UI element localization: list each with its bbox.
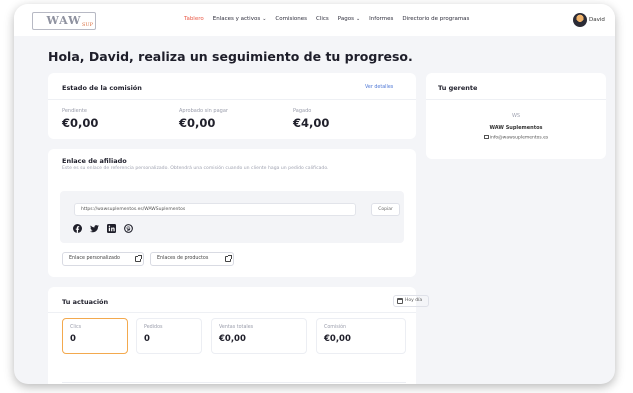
link-share-panel: https://wawsuplementos.es/WAWSuplementos… — [60, 191, 404, 243]
nav-label: Directorio de programas — [402, 16, 470, 22]
calendar-icon — [397, 298, 403, 304]
browser-frame: WAW SUP Tablero Enlaces y activos ⌄ Comis… — [14, 4, 615, 384]
mail-icon — [483, 135, 489, 139]
performance-card: Tu actuación Hoy día Clics 0 Pedidos 0 V… — [48, 287, 429, 384]
page-title: Hola, David, realiza un seguimiento de t… — [48, 49, 413, 64]
affiliate-description: Este es su enlace de referencia personal… — [62, 166, 329, 171]
custom-link-label: Enlace personalizado — [69, 256, 120, 261]
affiliate-url-field[interactable]: https://wawsuplementos.es/WAWSuplementos — [74, 203, 356, 216]
nav-item-informes[interactable]: Informes — [369, 16, 393, 22]
main-nav: Tablero Enlaces y activos ⌄ Comisiones Cl… — [184, 16, 469, 22]
affiliate-link-card: Enlace de afiliado Este es su enlace de … — [48, 149, 416, 277]
nav-item-enlaces-activos[interactable]: Enlaces y activos ⌄ — [213, 16, 267, 22]
metric-card-pedidos[interactable]: Pedidos 0 — [136, 318, 202, 354]
nav-item-directorio[interactable]: Directorio de programas — [402, 16, 469, 22]
manager-title: Tu gerente — [438, 84, 478, 92]
metric-card-ventas[interactable]: Ventas totales €0,00 — [211, 318, 307, 354]
commission-status-card: Estado de la comisión Ver detalles Pendi… — [48, 73, 416, 139]
linkedin-icon[interactable] — [107, 224, 116, 233]
metric-value: €0,00 — [219, 334, 246, 344]
nav-item-tablero[interactable]: Tablero — [184, 16, 204, 22]
stat-label-paid: Pagado — [293, 108, 312, 114]
stat-label-pending: Pendiente — [62, 108, 87, 114]
nav-item-clics[interactable]: Clics — [316, 16, 329, 22]
metric-card-comision[interactable]: Comisión €0,00 — [316, 318, 406, 354]
copy-button[interactable]: Copiar — [371, 203, 400, 216]
date-range-button[interactable]: Hoy día — [393, 295, 429, 307]
performance-title: Tu actuación — [62, 298, 109, 306]
product-links-button[interactable]: Enlaces de productos — [150, 252, 234, 266]
affiliate-title: Enlace de afiliado — [62, 157, 127, 165]
user-menu[interactable]: David — [573, 13, 605, 27]
product-links-label: Enlaces de productos — [157, 256, 209, 261]
nav-label: Informes — [369, 16, 394, 22]
chevron-down-icon: ⌄ — [262, 16, 267, 22]
manager-email: info@wawsuplementos.es — [489, 135, 549, 141]
date-range-label: Hoy día — [405, 298, 423, 303]
chart-baseline — [62, 382, 406, 383]
nav-item-comisiones[interactable]: Comisiones — [275, 16, 307, 22]
stat-value-approved: €0,00 — [179, 116, 216, 130]
stat-value-paid: €4,00 — [293, 116, 330, 130]
brand-logo[interactable]: WAW SUP — [32, 12, 96, 30]
manager-initials: WS — [511, 113, 521, 119]
nav-label: Clics — [315, 16, 329, 22]
nav-label: Pagos — [337, 16, 354, 22]
metric-value: 0 — [70, 334, 76, 344]
divider — [48, 312, 416, 313]
stat-label-approved: Aprobado sin pagar — [179, 108, 228, 114]
divider — [48, 99, 416, 100]
nav-item-pagos[interactable]: Pagos ⌄ — [338, 16, 360, 22]
metric-value: €0,00 — [324, 334, 351, 344]
manager-email-row[interactable]: info@wawsuplementos.es — [426, 135, 606, 141]
top-navigation-bar: WAW SUP Tablero Enlaces y activos ⌄ Comis… — [14, 4, 615, 36]
nav-label: Comisiones — [275, 16, 307, 22]
logo-text: WAW — [46, 14, 82, 27]
metric-card-clics[interactable]: Clics 0 — [62, 318, 128, 354]
avatar — [573, 13, 587, 27]
commission-title: Estado de la comisión — [62, 84, 142, 92]
divider — [426, 99, 606, 100]
twitter-icon[interactable] — [90, 224, 99, 233]
custom-link-button[interactable]: Enlace personalizado — [62, 252, 144, 266]
metric-value: 0 — [144, 334, 150, 344]
nav-label: Enlaces y activos — [212, 16, 261, 22]
external-link-icon — [225, 255, 232, 262]
user-name: David — [589, 17, 605, 23]
metric-label: Ventas totales — [219, 325, 254, 330]
external-link-icon — [135, 255, 142, 262]
metric-label: Clics — [70, 325, 82, 330]
metric-label: Comisión — [324, 325, 347, 330]
logo-subtext: SUP — [81, 22, 93, 28]
pinterest-icon[interactable] — [124, 224, 133, 233]
nav-label: Tablero — [184, 16, 204, 22]
manager-card: Tu gerente WS WAW Suplementos info@wawsu… — [426, 73, 606, 159]
stat-value-pending: €0,00 — [62, 116, 99, 130]
manager-name: WAW Suplementos — [489, 125, 543, 131]
facebook-icon[interactable] — [73, 224, 82, 233]
chevron-down-icon: ⌄ — [355, 16, 361, 22]
metric-label: Pedidos — [144, 325, 163, 330]
view-details-link[interactable]: Ver detalles — [365, 85, 393, 90]
